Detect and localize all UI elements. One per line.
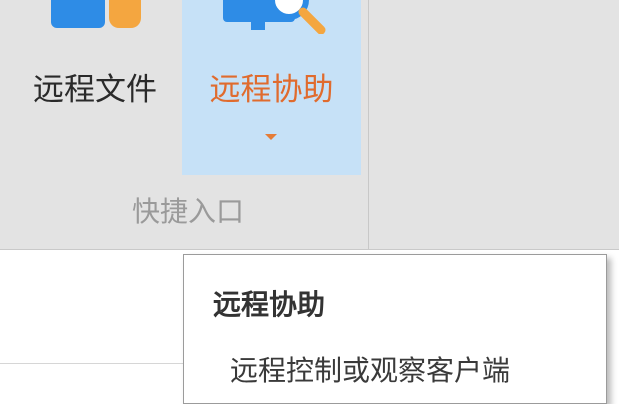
remote-assist-button[interactable]: 远程协助 [182,0,361,175]
remote-assist-label: 远程协助 [209,72,334,108]
ribbon-toolbar: 远程文件 远程协助 快捷入口 [0,0,619,250]
group-label-quick-access: 快捷入口 [131,195,244,228]
remote-files-icon [51,0,141,28]
dropdown-arrow-icon[interactable] [265,134,277,140]
remote-files-button[interactable]: 远程文件 [14,0,176,175]
remote-files-label: 远程文件 [33,72,157,108]
tooltip-remote-assist: 远程协助 远程控制或观察客户端 [183,254,607,404]
ribbon-divider [0,249,619,250]
remote-assist-icon [223,0,326,34]
group-separator [368,0,369,249]
tooltip-description: 远程控制或观察客户端 [230,354,511,387]
tooltip-title: 远程协助 [213,288,326,321]
content-divider [0,363,183,364]
